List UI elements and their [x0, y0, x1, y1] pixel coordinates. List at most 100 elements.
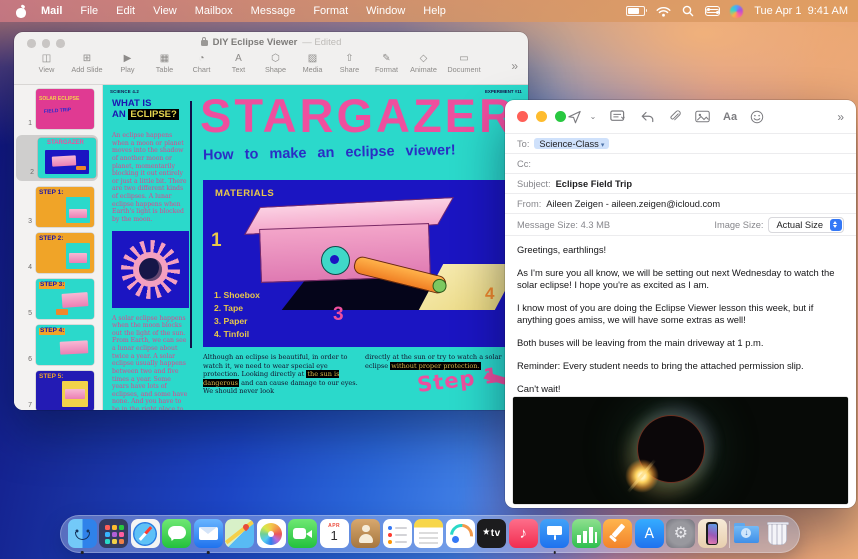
figure-number-3: 3 [333, 304, 344, 326]
send-options-chevron-icon[interactable]: ⌄ [589, 108, 597, 126]
dock-music-icon[interactable]: ♪ [508, 519, 538, 549]
animate-icon: ◇ [405, 53, 442, 65]
running-indicator [207, 551, 210, 554]
keynote-title-bar[interactable]: DIY Eclipse Viewer — Edited [14, 32, 528, 53]
cc-field[interactable]: Cc: [505, 153, 856, 173]
dock-launchpad-icon[interactable] [99, 519, 129, 549]
document-button[interactable]: ▭Document [442, 53, 486, 74]
add-slide-button[interactable]: ⊞Add Slide [65, 53, 109, 74]
sun-eclipse-illustration [112, 231, 189, 308]
table-button[interactable]: ▦Table [146, 53, 183, 74]
dock-facetime-icon[interactable] [288, 519, 318, 549]
from-field[interactable]: From: Aileen Zeigen - aileen.zeigen@iclo… [505, 193, 856, 213]
format-button[interactable]: ✎Format [368, 53, 405, 74]
share-icon: ⇧ [331, 53, 368, 65]
to-field[interactable]: To: Science-Class▾ [505, 133, 856, 153]
send-button[interactable] [567, 108, 582, 126]
dock-notes-icon[interactable] [414, 519, 444, 549]
spotlight-search-icon[interactable] [682, 5, 694, 17]
token-chevron-icon: ▾ [601, 142, 605, 149]
play-button[interactable]: ▶Play [109, 53, 146, 74]
menu-item-app-name[interactable]: Mail [41, 5, 62, 17]
dock-trash-icon[interactable] [763, 519, 793, 549]
attachment-paperclip-icon[interactable] [668, 108, 682, 126]
dock-safari-icon[interactable] [130, 519, 160, 549]
view-icon: ◫ [28, 53, 65, 65]
dock-system-settings-icon[interactable]: ⚙ [666, 519, 696, 549]
dock-reminders-icon[interactable] [382, 519, 412, 549]
dock-messages-icon[interactable] [162, 519, 192, 549]
dock-app-store-icon[interactable]: A [634, 519, 664, 549]
dock-apple-tv-icon[interactable]: tv [477, 519, 507, 549]
dock-freeform-icon[interactable] [445, 519, 475, 549]
slide-thumbnail-2-selected[interactable]: 2 STARGAZER [16, 135, 98, 181]
format-text-button[interactable]: Aa [723, 108, 737, 126]
shape-button[interactable]: ⬡Shape [257, 53, 294, 74]
insert-photo-button[interactable] [695, 108, 710, 126]
animate-button[interactable]: ◇Animate [405, 53, 442, 74]
text-button[interactable]: AText [220, 53, 257, 74]
slide-thumbnail-1[interactable]: 1 SOLAR ECLIPSE FIELD TRIP [14, 89, 102, 129]
recipient-token[interactable]: Science-Class▾ [534, 138, 609, 149]
dock-iphone-mirroring-icon[interactable] [697, 519, 727, 549]
header-fields-button[interactable] [610, 108, 627, 126]
materials-box: MATERIALS 1 3 4 1. Shoebox 2. Tape 3. Pa… [203, 180, 513, 347]
slide-thumbnail-5[interactable]: 5 STEP 3: [14, 279, 102, 319]
chart-button[interactable]: ◔Chart [183, 53, 220, 74]
body-paragraph: Greetings, earthlings! [517, 244, 844, 256]
menu-bar-clock[interactable]: Tue Apr 1 9:41 AM [754, 5, 848, 17]
keynote-document-title: DIY Eclipse Viewer [213, 37, 298, 48]
size-row: Message Size: 4.3 MB Image Size: Actual … [505, 213, 856, 235]
dock-calendar-icon[interactable]: APR1 [319, 519, 349, 549]
mail-toolbar-overflow-icon[interactable]: » [837, 110, 844, 124]
slide-thumbnail-4[interactable]: 4 STEP 2: [14, 233, 102, 273]
from-value: Aileen Zeigen - aileen.zeigen@icloud.com [546, 199, 720, 209]
apple-menu-icon[interactable] [16, 5, 27, 18]
dock-mail-icon[interactable] [193, 519, 223, 549]
slide-canvas[interactable]: SCIENCE 4.2 EXPERIMENT #11 WHAT IS AN EC… [103, 85, 528, 410]
slide-course-code: SCIENCE 4.2 [110, 89, 139, 94]
menu-item-message[interactable]: Message [251, 5, 296, 17]
menu-item-file[interactable]: File [80, 5, 98, 17]
menu-item-format[interactable]: Format [313, 5, 348, 17]
share-button[interactable]: ⇧Share [331, 53, 368, 74]
slide-thumbnail-6[interactable]: 6 STEP 4: [14, 325, 102, 365]
view-button[interactable]: ◫View [28, 53, 65, 74]
keynote-window-controls[interactable] [27, 39, 65, 48]
dock-maps-icon[interactable] [225, 519, 255, 549]
emoji-button[interactable] [750, 108, 764, 126]
reply-indent-icon[interactable] [640, 108, 655, 126]
dock-photos-icon[interactable] [256, 519, 286, 549]
subject-field[interactable]: Subject: Eclipse Field Trip [505, 173, 856, 193]
siri-icon[interactable] [730, 5, 743, 18]
dock-pages-icon[interactable] [603, 519, 633, 549]
slide-subtitle: How to make an eclipse viewer! [203, 142, 456, 163]
menu-item-view[interactable]: View [153, 5, 177, 17]
menu-item-edit[interactable]: Edit [116, 5, 135, 17]
dock-contacts-icon[interactable] [351, 519, 381, 549]
slide-thumbnail-7[interactable]: 7 STEP 5: [14, 371, 102, 410]
menu-item-help[interactable]: Help [423, 5, 446, 17]
eclipse-photo-attachment[interactable] [513, 397, 848, 504]
body-paragraph: Both buses will be leaving from the main… [517, 337, 844, 349]
slide-paragraph-solar: A solar eclipse happens when the moon bl… [112, 315, 189, 411]
control-center-icon[interactable] [705, 6, 719, 16]
image-size-select[interactable]: Actual Size [768, 217, 844, 233]
slide-thumbnail-3[interactable]: 3 STEP 1: [14, 187, 102, 227]
dock-keynote-icon[interactable] [540, 519, 570, 549]
warning-paragraph-1: Although an eclipse is beautiful, in ord… [203, 353, 361, 396]
dock-downloads-icon[interactable]: ↓ [731, 519, 761, 549]
menu-item-mailbox[interactable]: Mailbox [195, 5, 233, 17]
media-button[interactable]: ▨Media [294, 53, 331, 74]
play-icon: ▶ [109, 53, 146, 65]
eclipse-highlight: ECLIPSE? [128, 109, 178, 120]
toolbar-overflow-icon[interactable]: » [511, 59, 518, 73]
dock-finder-icon[interactable] [67, 519, 97, 549]
lock-icon [201, 40, 208, 46]
dock-numbers-icon[interactable] [571, 519, 601, 549]
battery-icon[interactable] [626, 6, 645, 16]
mail-window-controls[interactable] [517, 111, 566, 122]
media-icon: ▨ [294, 53, 331, 65]
wifi-icon[interactable] [656, 6, 671, 17]
menu-item-window[interactable]: Window [366, 5, 405, 17]
